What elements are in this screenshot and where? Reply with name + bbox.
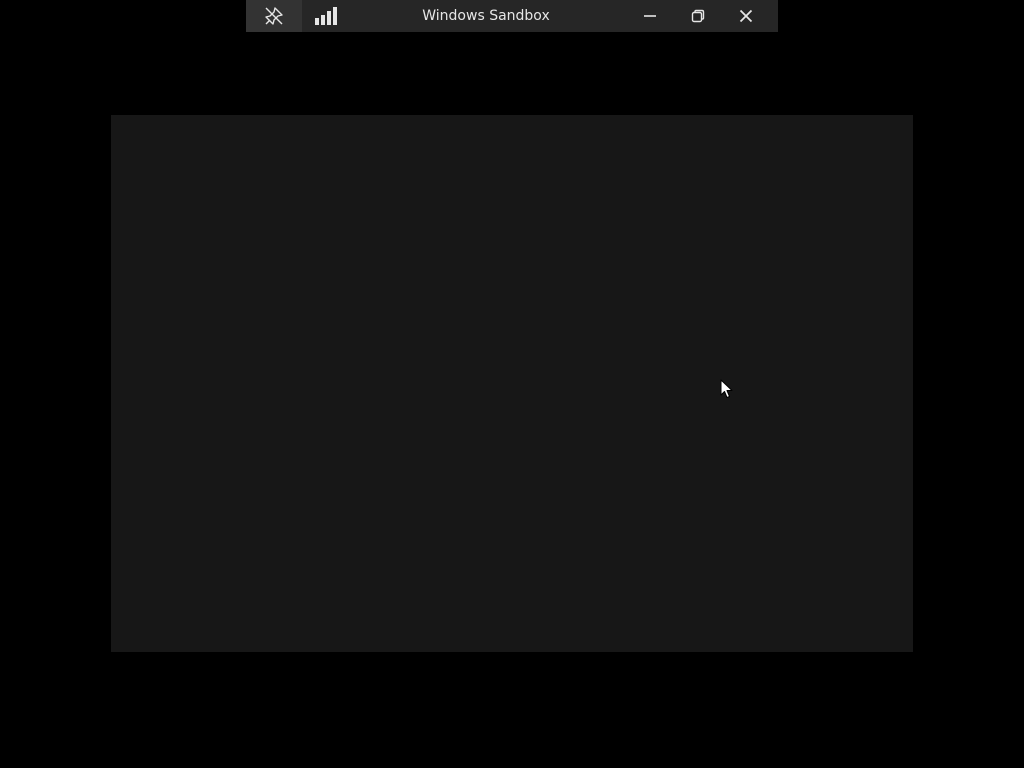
connection-signal-icon [314, 7, 338, 25]
pin-button[interactable] [246, 0, 302, 32]
unpin-icon [264, 6, 284, 26]
connection-quality-button[interactable] [302, 0, 350, 32]
mouse-cursor-icon [720, 379, 734, 399]
window-title: Windows Sandbox [422, 8, 550, 24]
connection-bar: Windows Sandbox [246, 0, 778, 32]
minimize-icon [643, 9, 657, 23]
close-button[interactable] [722, 0, 770, 32]
close-icon [739, 9, 753, 23]
screen: Windows Sandbox [0, 0, 1024, 768]
sandbox-display-area[interactable] [111, 115, 913, 652]
restore-icon [691, 9, 705, 23]
minimize-button[interactable] [626, 0, 674, 32]
restore-button[interactable] [674, 0, 722, 32]
